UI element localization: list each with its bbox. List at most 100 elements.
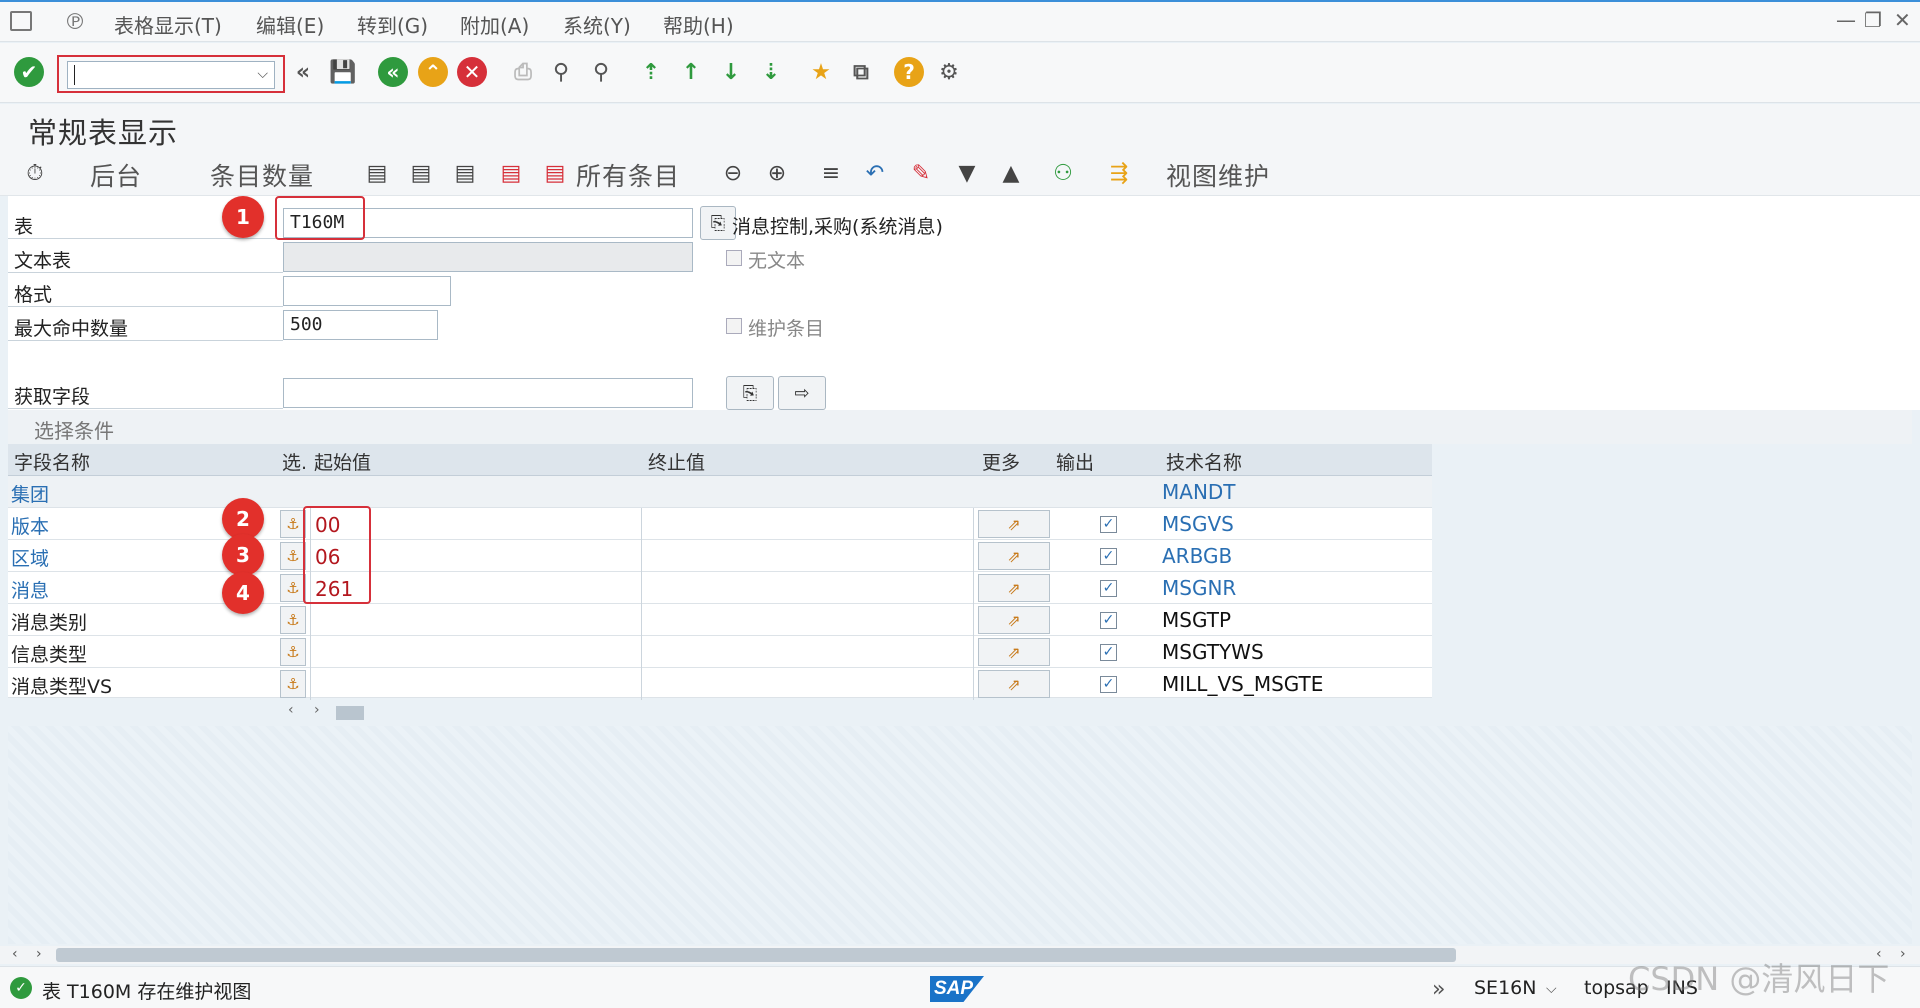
export-fields-icon[interactable]: ⇨ bbox=[778, 376, 826, 410]
list-detail-icon[interactable]: ▤ bbox=[450, 158, 480, 188]
command-field[interactable]: ⌵ bbox=[67, 61, 275, 89]
transport-icon[interactable]: ⇶ bbox=[1104, 158, 1134, 188]
from-value-input[interactable] bbox=[310, 636, 642, 668]
next-page-icon[interactable]: ↓ bbox=[716, 57, 746, 87]
exit-icon[interactable]: ⌃ bbox=[418, 57, 448, 87]
list-edit-icon[interactable]: ▤ bbox=[406, 158, 436, 188]
menu-system[interactable]: 系统(Y) bbox=[563, 10, 631, 39]
empty-area bbox=[8, 726, 1912, 944]
multiple-selection-icon[interactable]: ⇗ bbox=[978, 638, 1050, 666]
undo-icon[interactable]: ↶ bbox=[860, 158, 890, 188]
scroll-right-icon[interactable]: › bbox=[36, 946, 42, 962]
back-icon[interactable]: « bbox=[378, 57, 408, 87]
help-icon[interactable]: ? bbox=[894, 57, 924, 87]
list-select-icon[interactable]: ▤ bbox=[362, 158, 392, 188]
menu-edit[interactable]: 编辑(E) bbox=[256, 10, 324, 39]
first-page-icon[interactable]: ⇡ bbox=[636, 57, 666, 87]
output-checkbox[interactable]: ✓ bbox=[1100, 644, 1117, 661]
selection-option-icon[interactable]: ⚓ bbox=[280, 606, 306, 634]
menu-help[interactable]: 帮助(H) bbox=[663, 10, 734, 39]
brush-icon[interactable]: ✎ bbox=[906, 158, 936, 188]
align-icon[interactable]: ≡ bbox=[816, 158, 846, 188]
field-name-link[interactable]: 消息 bbox=[11, 576, 49, 603]
transaction-code[interactable]: SE16N bbox=[1474, 977, 1536, 999]
menu-icon[interactable] bbox=[10, 11, 32, 31]
to-value-input[interactable] bbox=[642, 508, 974, 540]
table-description-icon[interactable]: ⎘ bbox=[700, 206, 736, 240]
import-fields-icon[interactable]: ⎘ bbox=[726, 376, 774, 410]
minimize-icon[interactable]: — bbox=[1836, 8, 1856, 32]
table-description: 消息控制,采购(系统消息) bbox=[732, 216, 943, 238]
to-value-input[interactable] bbox=[642, 572, 974, 604]
output-checkbox[interactable]: ✓ bbox=[1100, 580, 1117, 597]
scroll-right-end-icon[interactable]: › bbox=[1900, 946, 1906, 962]
maintain-entries-checkbox[interactable] bbox=[726, 318, 742, 334]
scroll-thumb[interactable] bbox=[56, 948, 1456, 962]
user-settings-icon[interactable]: ⚇ bbox=[1048, 158, 1078, 188]
output-checkbox[interactable]: ✓ bbox=[1100, 548, 1117, 565]
multiple-selection-icon[interactable]: ⇗ bbox=[978, 542, 1050, 570]
cancel-icon[interactable]: ✕ bbox=[457, 57, 487, 87]
close-window-icon[interactable]: ✕ bbox=[1894, 8, 1911, 32]
collapse-double-left-icon[interactable]: « bbox=[288, 57, 318, 87]
delete-all-icon[interactable]: ▤ bbox=[540, 158, 570, 188]
grid-scroll-right-icon[interactable]: › bbox=[314, 702, 320, 718]
zoom-out-icon[interactable]: ⊖ bbox=[718, 158, 748, 188]
menu-goto[interactable]: 转到(G) bbox=[357, 10, 428, 39]
multiple-selection-icon[interactable]: ⇗ bbox=[978, 574, 1050, 602]
no-text-checkbox[interactable] bbox=[726, 250, 742, 266]
zoom-in-icon[interactable]: ⊕ bbox=[762, 158, 792, 188]
restore-icon[interactable]: ❐ bbox=[1864, 8, 1882, 32]
multiple-selection-icon[interactable]: ⇗ bbox=[978, 670, 1050, 698]
output-checkbox[interactable]: ✓ bbox=[1100, 676, 1117, 693]
get-fields-input[interactable] bbox=[283, 378, 693, 408]
grid-scroll-left-icon[interactable]: ‹ bbox=[288, 702, 294, 718]
create-shortcut-icon[interactable]: ⧉ bbox=[846, 57, 876, 87]
enter-check-icon[interactable]: ✔ bbox=[14, 57, 44, 87]
view-maintenance-button[interactable]: 视图维护 bbox=[1166, 157, 1270, 193]
find-icon[interactable]: ⚲ bbox=[546, 57, 576, 87]
background-button[interactable]: 后台 bbox=[90, 157, 142, 193]
print-icon[interactable]: ⎙ bbox=[508, 57, 538, 87]
last-page-icon[interactable]: ⇣ bbox=[756, 57, 786, 87]
sort-ascending-icon[interactable]: ▲ bbox=[996, 158, 1026, 188]
previous-page-icon[interactable]: ↑ bbox=[676, 57, 706, 87]
to-value-input[interactable] bbox=[642, 540, 974, 572]
from-value-input[interactable] bbox=[310, 668, 642, 700]
delete-row-icon[interactable]: ▤ bbox=[496, 158, 526, 188]
to-value-input[interactable] bbox=[642, 636, 974, 668]
header-option: 选. bbox=[282, 452, 308, 474]
from-value-input[interactable] bbox=[310, 604, 642, 636]
multiple-selection-icon[interactable]: ⇗ bbox=[978, 510, 1050, 538]
output-checkbox[interactable]: ✓ bbox=[1100, 612, 1117, 629]
create-session-icon[interactable]: ★ bbox=[806, 57, 836, 87]
multiple-selection-icon[interactable]: ⇗ bbox=[978, 606, 1050, 634]
field-name-link[interactable]: 区域 bbox=[11, 544, 49, 571]
execute-icon[interactable]: ⏱ bbox=[20, 158, 50, 188]
output-checkbox[interactable]: ✓ bbox=[1100, 516, 1117, 533]
chevron-down-icon[interactable]: ⌵ bbox=[1546, 981, 1557, 997]
to-value-input[interactable] bbox=[642, 668, 974, 700]
scroll-left-icon[interactable]: ‹ bbox=[12, 946, 18, 962]
customize-icon[interactable]: ℗ bbox=[64, 10, 86, 35]
selection-option-icon[interactable]: ⚓ bbox=[280, 670, 306, 698]
chevron-down-icon[interactable]: ⌵ bbox=[257, 66, 268, 82]
to-value-input[interactable] bbox=[642, 604, 974, 636]
save-icon[interactable]: 💾 bbox=[328, 57, 358, 87]
all-entries-button[interactable]: 所有条目 bbox=[576, 157, 680, 193]
grid-scroll-thumb[interactable] bbox=[336, 706, 364, 720]
menu-table-display[interactable]: 表格显示(T) bbox=[114, 10, 222, 39]
field-name-link[interactable]: 版本 bbox=[11, 512, 49, 539]
field-name-link[interactable]: 集团 bbox=[11, 480, 49, 507]
divider bbox=[8, 340, 283, 341]
entry-count-button[interactable]: 条目数量 bbox=[210, 157, 314, 193]
highlight-table-input bbox=[275, 196, 365, 240]
find-next-icon[interactable]: ⚲ bbox=[586, 57, 616, 87]
expand-status-icon[interactable]: » bbox=[1432, 977, 1445, 1002]
format-input[interactable] bbox=[283, 276, 451, 306]
sort-descending-icon[interactable]: ▼ bbox=[952, 158, 982, 188]
max-hits-input[interactable]: 500 bbox=[283, 310, 438, 340]
menu-extras[interactable]: 附加(A) bbox=[460, 10, 529, 39]
settings-gear-icon[interactable]: ⚙ bbox=[934, 57, 964, 87]
selection-option-icon[interactable]: ⚓ bbox=[280, 638, 306, 666]
